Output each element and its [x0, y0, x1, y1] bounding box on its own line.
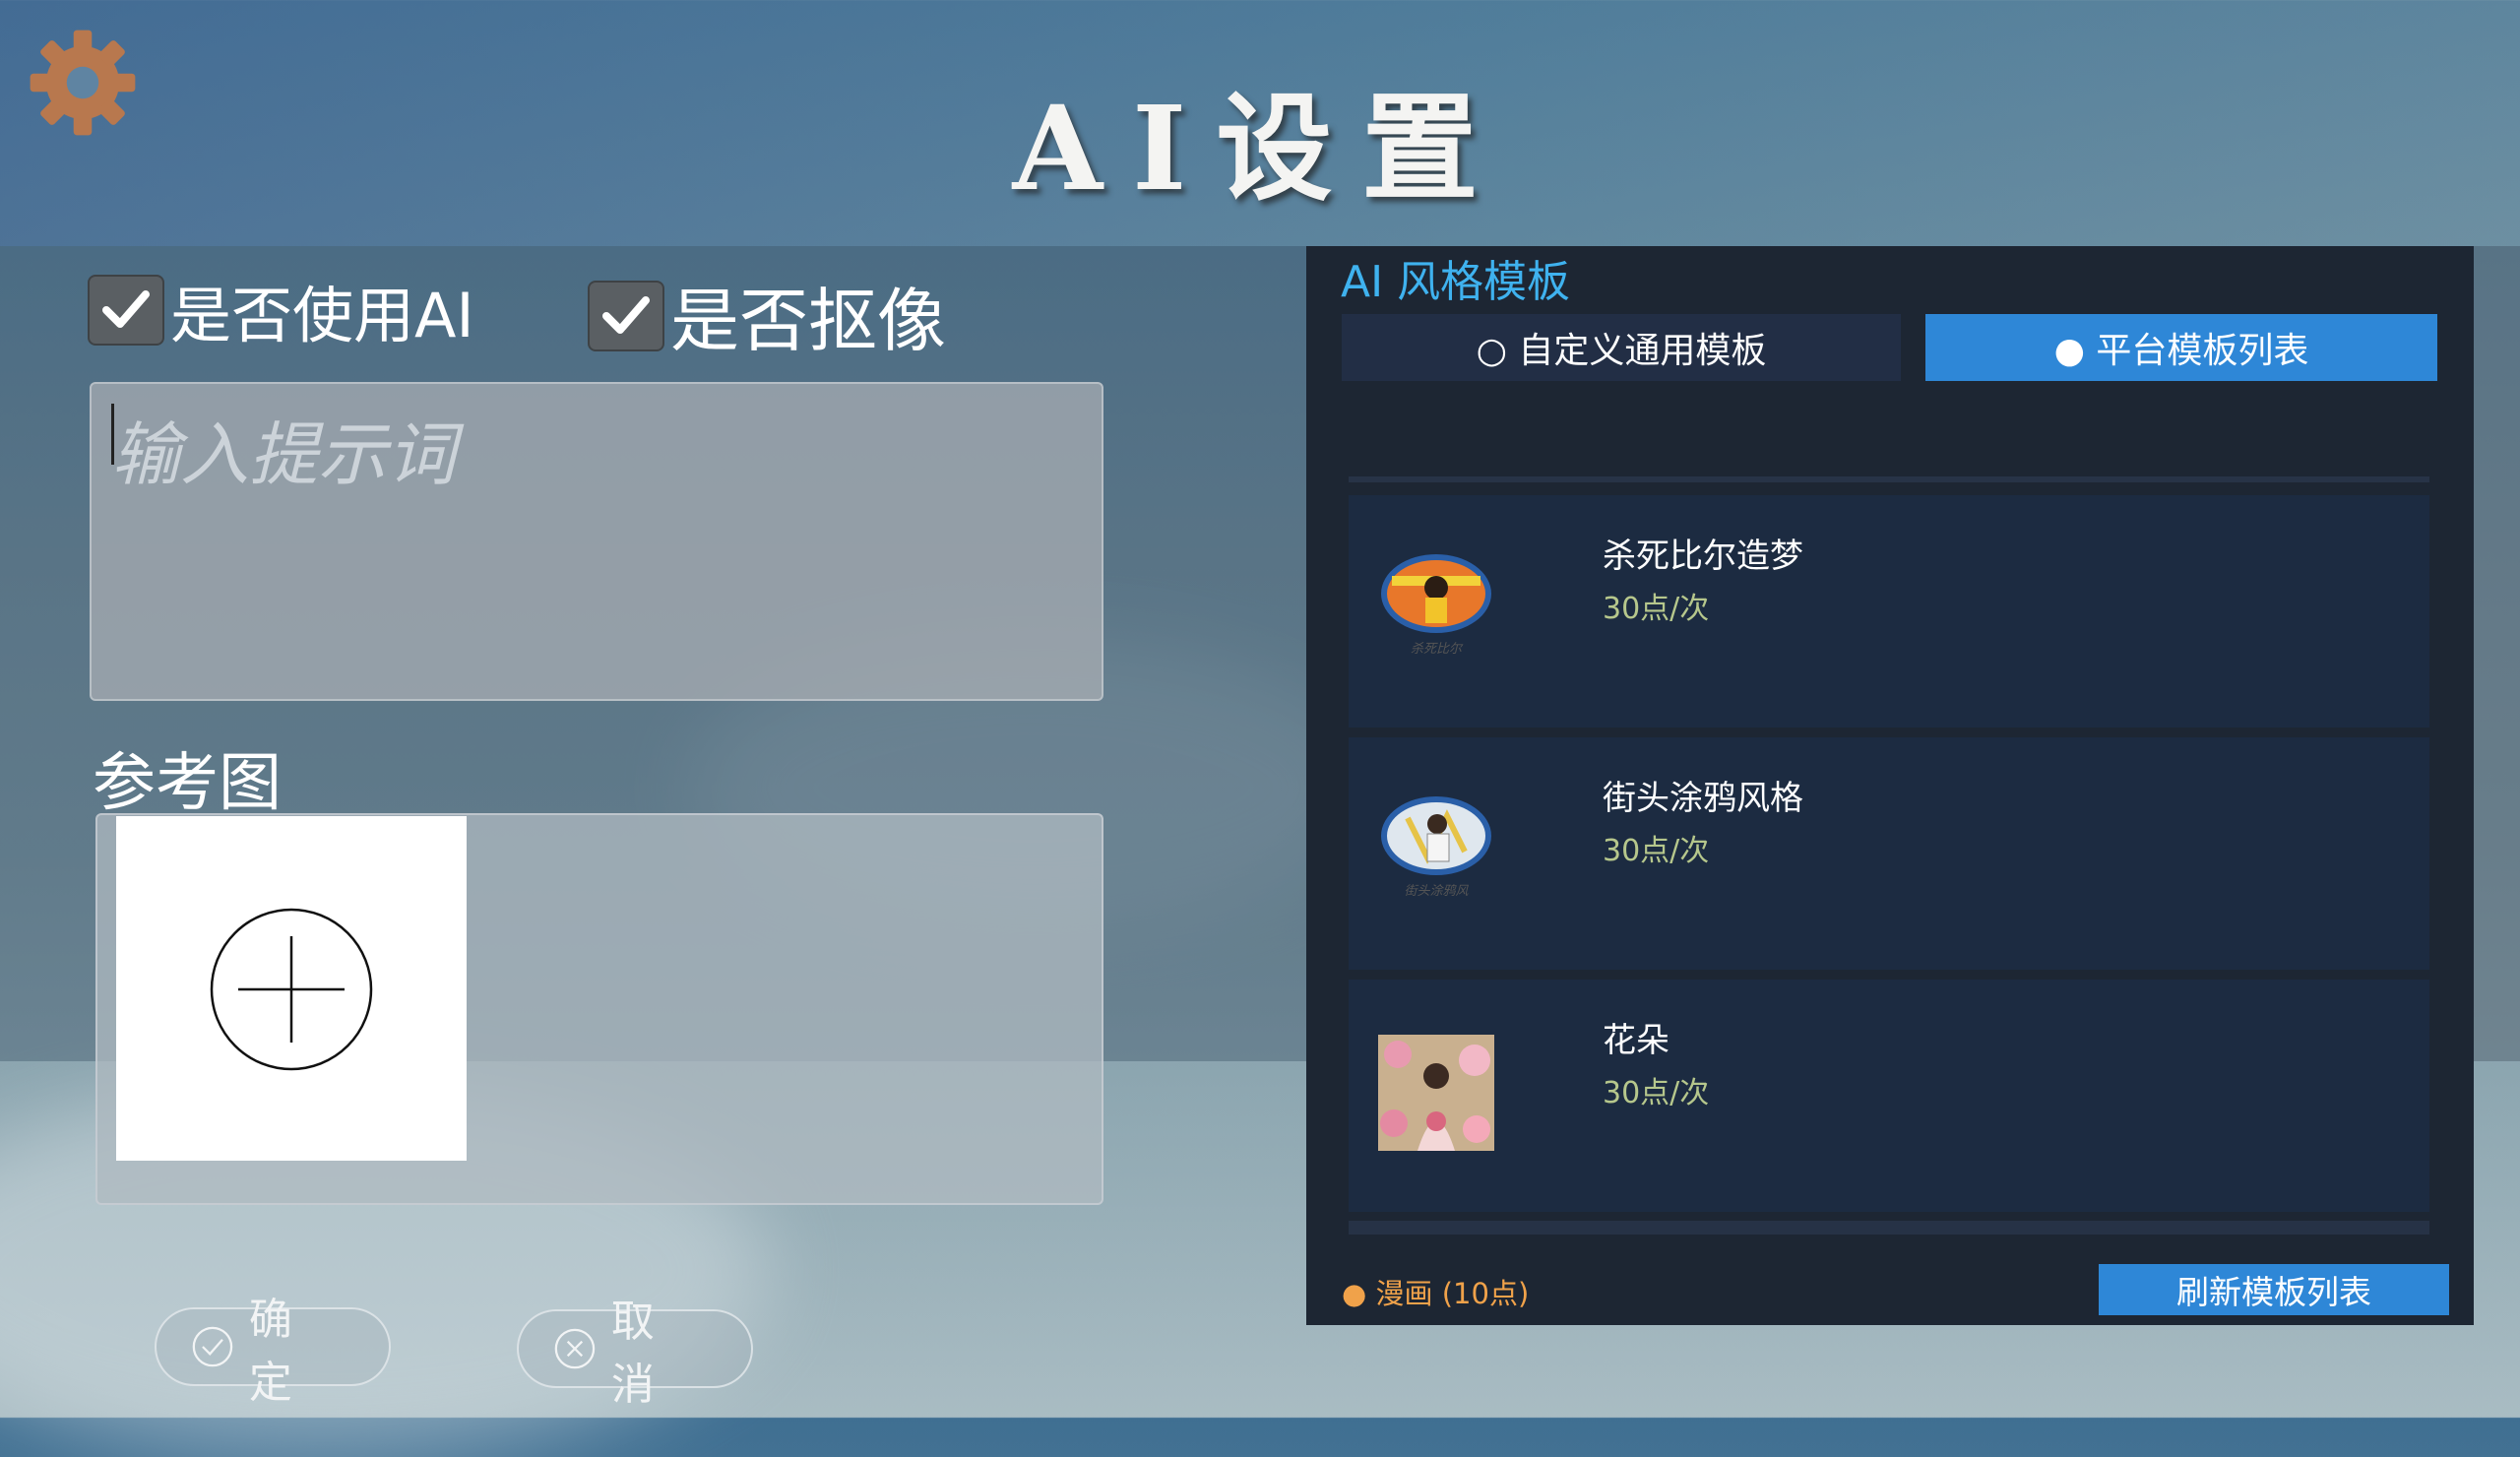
template-name: 花朵 — [1603, 1021, 1670, 1060]
checkbox-box[interactable] — [588, 280, 664, 351]
template-price: 30点/次 — [1603, 592, 1710, 626]
prompt-input[interactable]: 输入提示词 — [90, 382, 1103, 701]
cutout-checkbox[interactable]: 是否抠像 — [588, 266, 946, 365]
template-price: 30点/次 — [1603, 834, 1710, 868]
tab-platform-templates[interactable]: ● 平台模板列表 — [1925, 314, 2437, 381]
thumb-caption: 杀死比尔 — [1411, 642, 1464, 657]
template-card[interactable]: 街头涂鸦风 街头涂鸦风格 30点/次 — [1349, 737, 2429, 970]
thumb-caption: 街头涂鸦风 — [1404, 883, 1469, 899]
template-name: 街头涂鸦风格 — [1603, 779, 1803, 818]
cancel-button[interactable]: 取 消 — [517, 1297, 753, 1410]
add-reference-button[interactable] — [116, 816, 467, 1161]
check-icon — [602, 295, 650, 334]
confirm-check-icon — [192, 1326, 233, 1367]
check-icon — [102, 290, 150, 328]
template-card[interactable]: 杀死比尔 杀死比尔造梦 30点/次 — [1349, 495, 2429, 728]
add-circle-icon — [210, 908, 373, 1071]
cutout-label: 是否抠像 — [670, 281, 946, 361]
confirm-button[interactable]: 确 定 — [155, 1295, 391, 1408]
prompt-placeholder: 输入提示词 — [111, 414, 456, 495]
current-template-note: ● 漫画 (10点) — [1342, 1277, 1530, 1310]
list-scrollbar[interactable] — [1349, 1221, 2429, 1235]
template-thumbnail — [1378, 1035, 1494, 1151]
template-name: 杀死比尔造梦 — [1603, 537, 1803, 576]
template-thumbnail: 街头涂鸦风 — [1381, 796, 1491, 899]
templates-title: AI 风格模板 — [1341, 257, 1571, 307]
cancel-label: 取 消 — [610, 1297, 672, 1410]
template-card[interactable]: 花朵 30点/次 — [1349, 980, 2429, 1212]
template-list[interactable]: 杀死比尔 杀死比尔造梦 30点/次 街头涂鸦风 街头涂鸦风格 30点/次 花朵 … — [1349, 477, 2429, 1235]
checkbox-box[interactable] — [88, 275, 164, 346]
right-edge-strip — [2474, 246, 2520, 1061]
page-title: AI设置 — [1012, 80, 1508, 217]
use-ai-checkbox[interactable]: 是否使用AI — [88, 266, 474, 354]
tab-custom-templates[interactable]: ○ 自定义通用模板 — [1342, 314, 1901, 381]
template-thumbnail: 杀死比尔 — [1381, 554, 1491, 657]
use-ai-label: 是否使用AI — [170, 280, 474, 351]
cancel-x-icon — [554, 1328, 596, 1369]
confirm-label: 确 定 — [248, 1295, 310, 1408]
reference-label: 参考图 — [93, 747, 282, 820]
refresh-templates-button[interactable]: 刷新模板列表 — [2099, 1264, 2449, 1315]
template-price: 30点/次 — [1603, 1076, 1710, 1110]
